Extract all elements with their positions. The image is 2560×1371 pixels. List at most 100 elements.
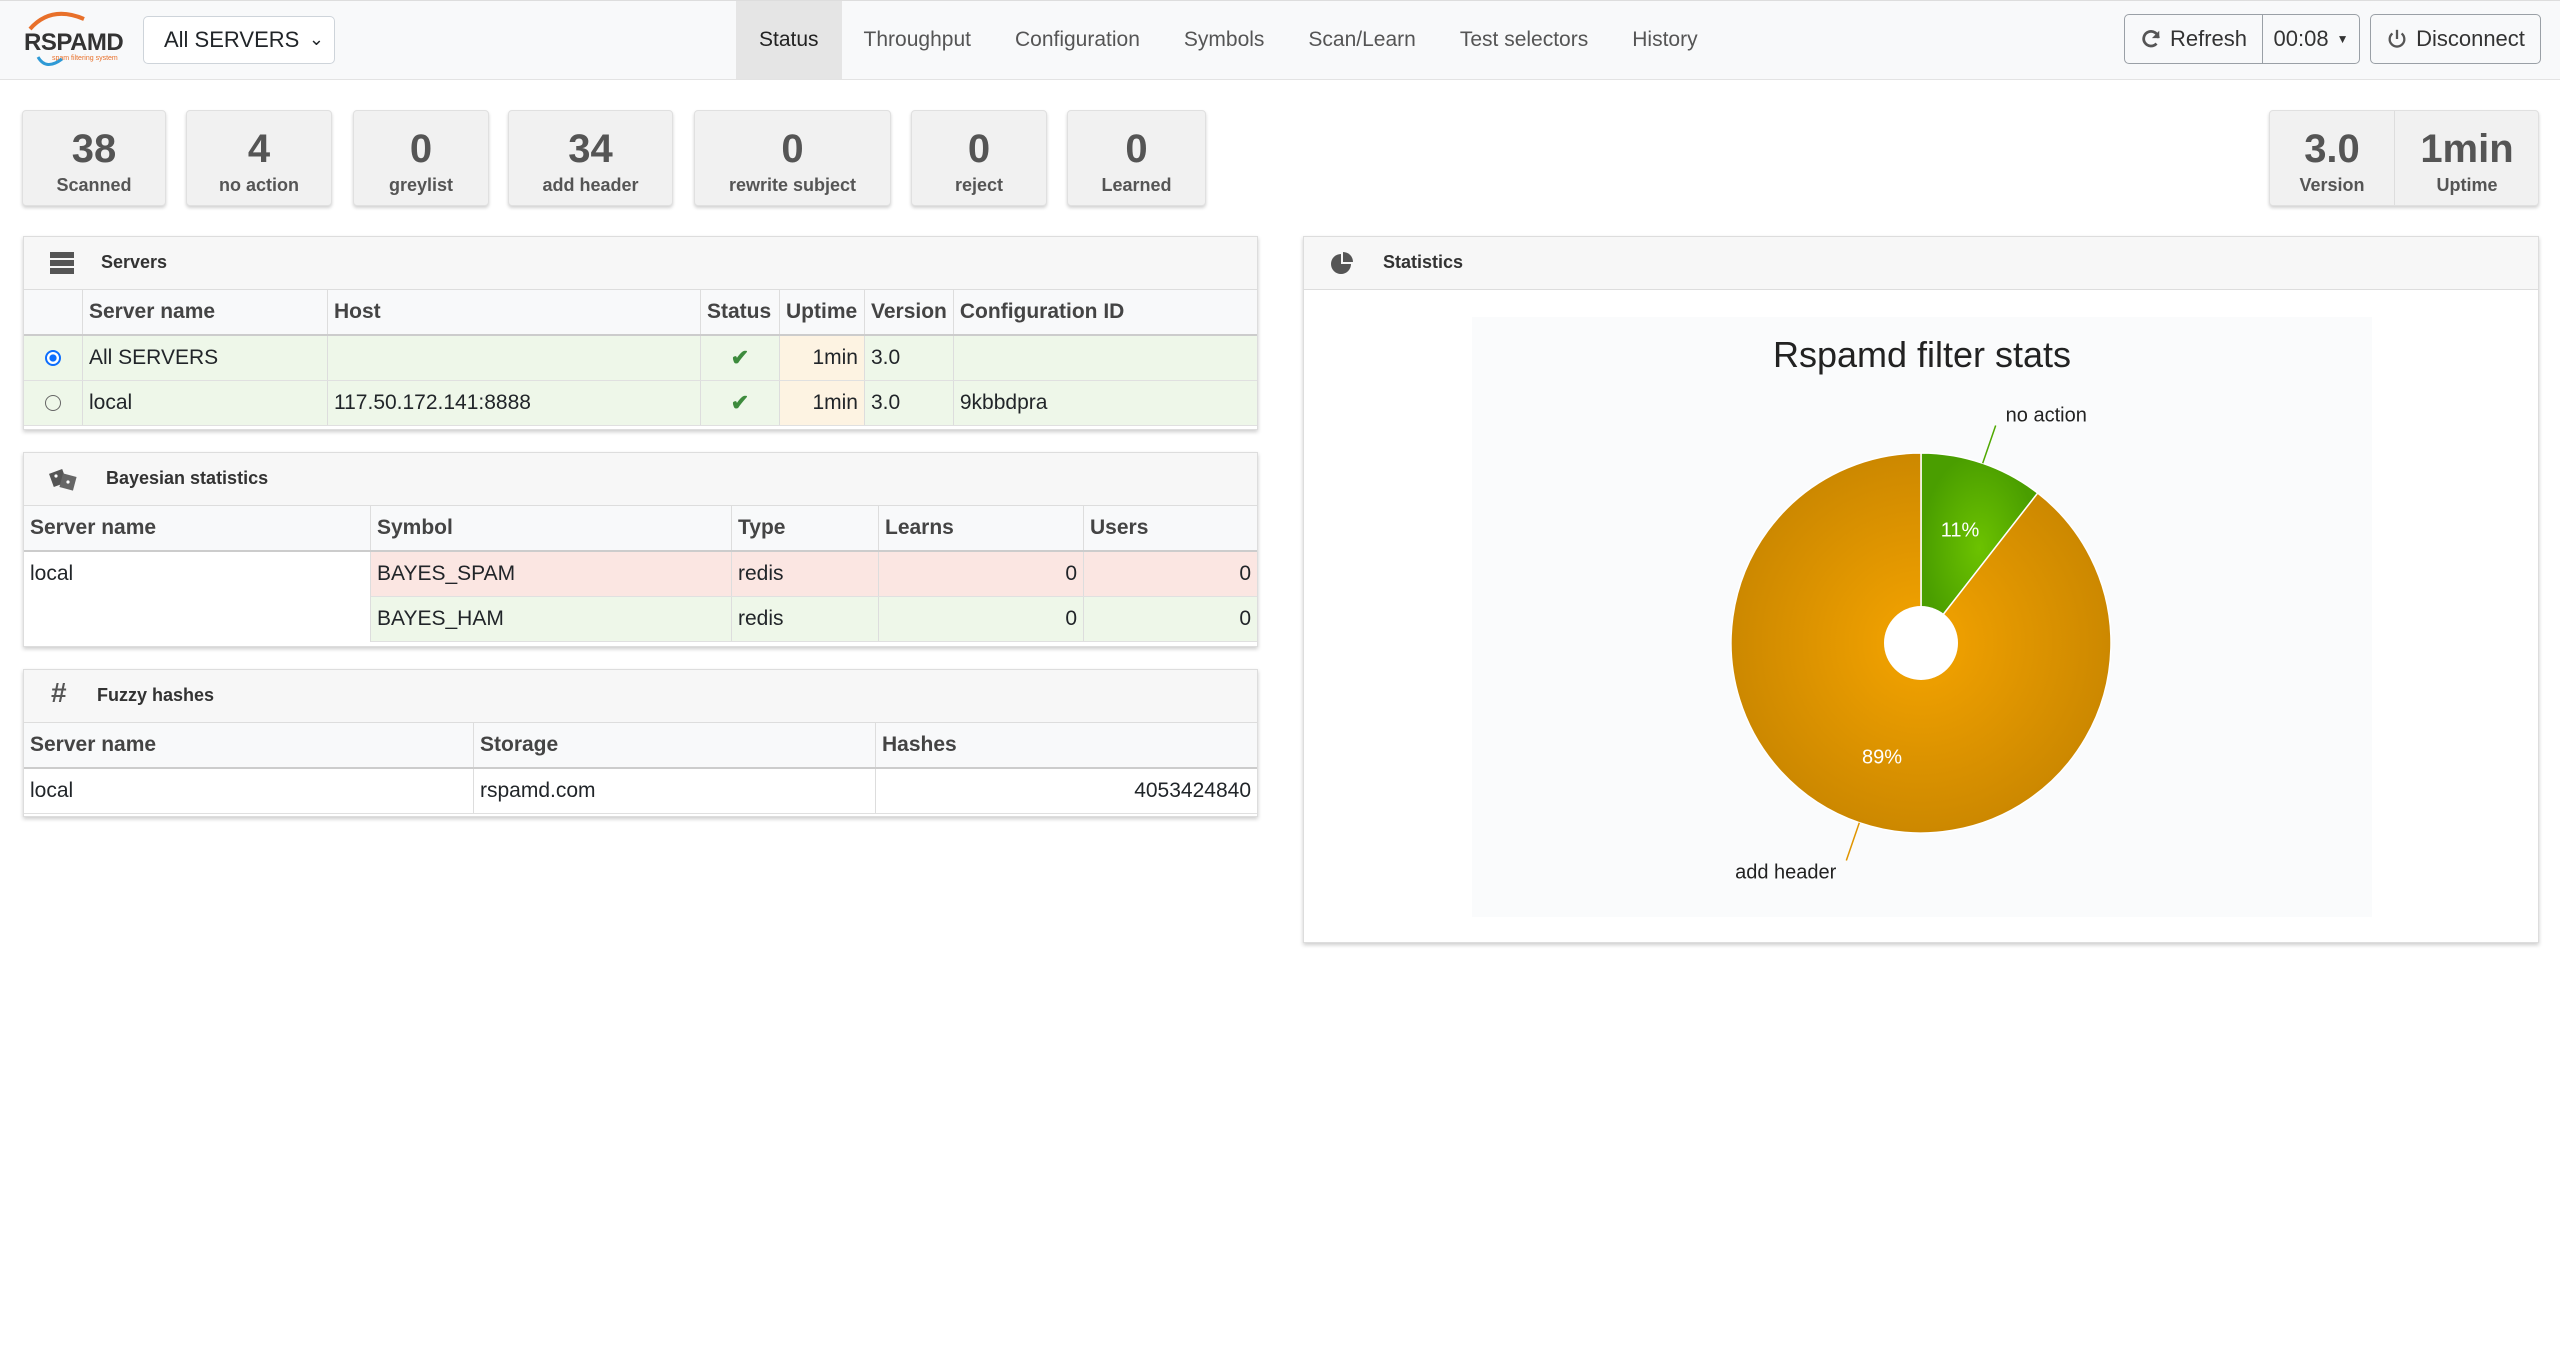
- stat-add-header: 34 add header: [508, 110, 673, 206]
- column-header[interactable]: Symbol: [370, 506, 732, 552]
- bayesian-panel: Bayesian statistics Server name Symbol T…: [23, 452, 1258, 647]
- pie-chart-icon: [1331, 252, 1353, 274]
- tab-configuration[interactable]: Configuration: [993, 1, 1162, 79]
- stat-label: rewrite subject: [728, 175, 857, 195]
- column-header[interactable]: Users: [1083, 506, 1257, 552]
- chevron-down-icon: ⌄: [308, 29, 324, 49]
- tab-test-selectors[interactable]: Test selectors: [1438, 1, 1610, 79]
- column-header[interactable]: Server name: [24, 506, 371, 552]
- bayes-type: redis: [731, 596, 879, 642]
- dice-icon: [49, 469, 77, 491]
- bayes-learns: 0: [878, 596, 1084, 642]
- pie-slice-label: no action: [2006, 404, 2087, 426]
- column-header[interactable]: Configuration ID: [953, 290, 1257, 336]
- navbar: RSPAMD spam filtering system All SERVERS…: [0, 0, 2560, 80]
- tab-status[interactable]: Status: [736, 1, 842, 79]
- bayesian-table: Server name Symbol Type Learns Users loc…: [24, 506, 1257, 642]
- tab-throughput[interactable]: Throughput: [842, 1, 993, 79]
- server-host: [327, 335, 701, 381]
- pie-percent-label: 11%: [1941, 520, 1980, 542]
- server-config-id: 9kbbdpra: [953, 380, 1257, 426]
- server-radio[interactable]: [45, 395, 61, 412]
- refresh-interval-dropdown[interactable]: 00:08 ▼: [2262, 14, 2360, 64]
- stat-no-action: 4 no action: [186, 110, 332, 206]
- server-radio-cell: [24, 335, 83, 381]
- table-row: local BAYES_SPAM redis 0 0: [24, 551, 1257, 642]
- server-name: local: [82, 380, 328, 426]
- stat-reject: 0 reject: [911, 110, 1047, 206]
- statistics-panel-title: Statistics: [1383, 252, 1464, 272]
- fuzzy-server-name: local: [24, 768, 474, 814]
- column-header[interactable]: Host: [327, 290, 701, 336]
- version-uptime-box: 3.0 Version 1min Uptime: [2269, 110, 2539, 206]
- column-header[interactable]: Version: [864, 290, 954, 336]
- table-header-row: Server name Storage Hashes: [24, 723, 1257, 769]
- column-header[interactable]: Hashes: [875, 723, 1257, 769]
- column-header[interactable]: Server name: [82, 290, 328, 336]
- fuzzy-table: Server name Storage Hashes local rspamd.…: [24, 723, 1257, 814]
- refresh-icon: [2142, 30, 2160, 48]
- stat-label: add header: [542, 175, 639, 195]
- column-header[interactable]: Status: [700, 290, 780, 336]
- chart-title: Rspamd filter stats: [1773, 334, 2071, 375]
- version-value: 3.0: [2304, 127, 2360, 171]
- server-stack-icon: [50, 252, 74, 274]
- column-header[interactable]: Type: [731, 506, 879, 552]
- server-select-value: All SERVERS: [164, 27, 300, 52]
- tab-scan-learn[interactable]: Scan/Learn: [1286, 1, 1437, 79]
- disconnect-label: Disconnect: [2416, 26, 2525, 51]
- server-select[interactable]: All SERVERS ⌄: [143, 16, 335, 64]
- server-version: 3.0: [864, 380, 954, 426]
- pie-leader-line: [1845, 822, 1861, 861]
- server-radio-selected[interactable]: [45, 350, 61, 367]
- column-header[interactable]: Uptime: [779, 290, 865, 336]
- tab-symbols[interactable]: Symbols: [1162, 1, 1287, 79]
- statistics-panel-header: Statistics: [1304, 237, 2538, 290]
- rspamd-logo[interactable]: RSPAMD spam filtering system: [22, 9, 124, 71]
- table-row[interactable]: All SERVERS ✔ 1min 3.0: [24, 335, 1257, 381]
- bayes-users: 0: [1083, 551, 1257, 597]
- refresh-button[interactable]: Refresh: [2124, 14, 2263, 64]
- stat-value: 0: [781, 127, 804, 171]
- server-radio-cell: [24, 380, 83, 426]
- pie-center-hole: [1884, 606, 1958, 680]
- refresh-interval-value: 00:08: [2273, 26, 2329, 51]
- check-icon: ✔: [730, 345, 750, 370]
- column-header[interactable]: Server name: [24, 723, 474, 769]
- status-cell: ✔: [700, 380, 780, 426]
- column-header[interactable]: Learns: [878, 506, 1084, 552]
- version-label: Version: [2299, 175, 2365, 195]
- server-host: 117.50.172.141:8888: [327, 380, 701, 426]
- fuzzy-panel: # Fuzzy hashes Server name Storage Hashe…: [23, 669, 1258, 817]
- fuzzy-panel-header: # Fuzzy hashes: [24, 670, 1257, 723]
- stat-value: 38: [71, 127, 117, 171]
- stat-learned: 0 Learned: [1067, 110, 1206, 206]
- status-cell: ✔: [700, 335, 780, 381]
- pie-percent-label: 89%: [1862, 746, 1902, 768]
- table-row[interactable]: local 117.50.172.141:8888 ✔ 1min 3.0 9kb…: [24, 380, 1257, 426]
- bayes-type: redis: [731, 551, 879, 597]
- stat-value: 4: [247, 127, 271, 171]
- logo-swoosh-icon: [36, 56, 63, 66]
- servers-table: Server name Host Status Uptime Version C…: [24, 290, 1257, 426]
- caret-down-icon: ▼: [2336, 32, 2349, 46]
- column-header[interactable]: Storage: [473, 723, 876, 769]
- server-name: All SERVERS: [82, 335, 328, 381]
- servers-panel-header: Servers: [24, 237, 1257, 290]
- bayes-symbol: BAYES_HAM: [370, 596, 732, 642]
- nav-tabs: Status Throughput Configuration Symbols …: [736, 1, 1720, 79]
- bayes-symbol: BAYES_SPAM: [370, 551, 732, 597]
- server-uptime: 1min: [779, 380, 865, 426]
- select-column-header: [24, 290, 83, 336]
- disconnect-button[interactable]: Disconnect: [2370, 14, 2541, 64]
- tab-history[interactable]: History: [1610, 1, 1719, 79]
- stat-value: 0: [967, 127, 991, 171]
- bayes-server-name: local: [24, 551, 371, 642]
- chart-area: Rspamd filter stats 11% no action 89% add h…: [1472, 317, 2372, 917]
- hash-icon: #: [51, 677, 67, 708]
- stat-label: Learned: [1101, 175, 1172, 195]
- power-icon: [2388, 29, 2406, 48]
- refresh-label: Refresh: [2169, 26, 2248, 51]
- stat-label: no action: [219, 175, 299, 195]
- bayesian-panel-header: Bayesian statistics: [24, 453, 1257, 506]
